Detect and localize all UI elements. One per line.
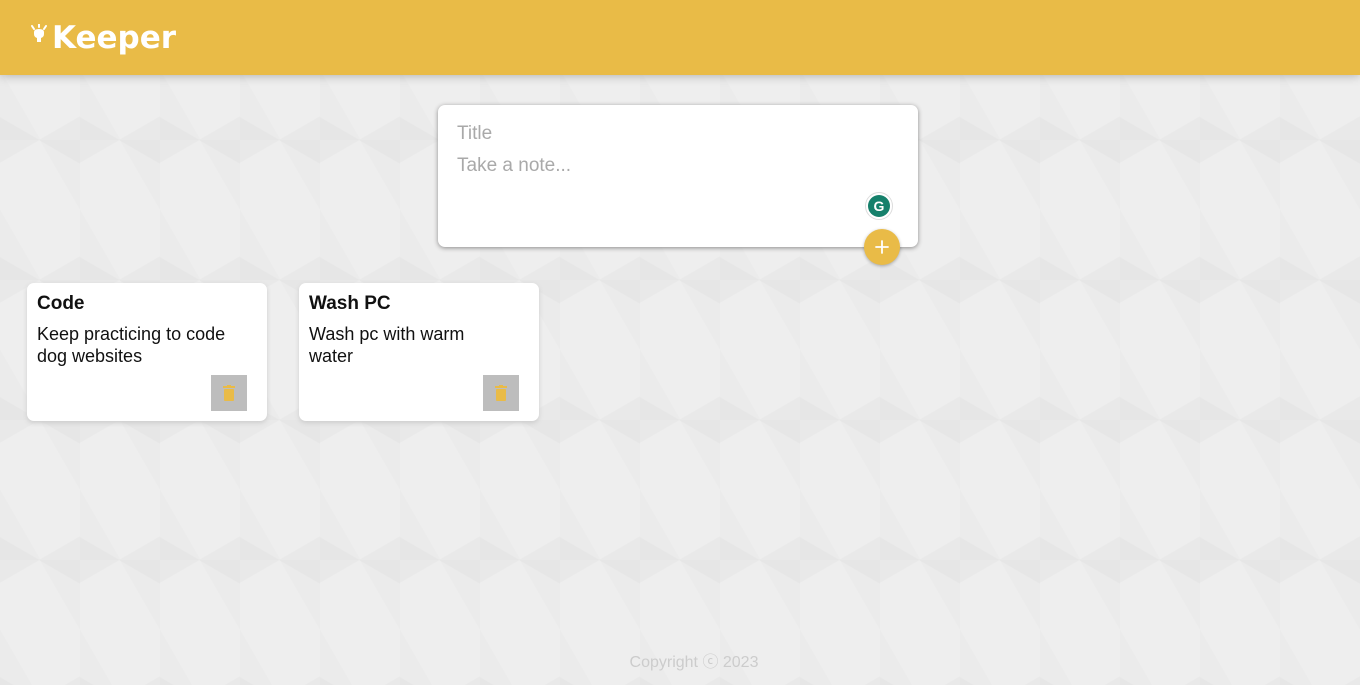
note-title: Code [37,293,85,314]
plus-icon [875,240,889,254]
note-content: Keep practicing to code dog websites [37,324,231,366]
copyright-text: Copyright ⓒ 2023 [629,654,759,671]
grammarly-badge: G [868,195,890,217]
create-note-form: G [438,105,918,265]
page-footer: Copyright ⓒ 2023 [0,648,1360,672]
app-logo: Keeper [30,20,176,56]
delete-note-button[interactable] [211,375,247,411]
note-title-input[interactable] [457,123,899,145]
note-content-input[interactable] [457,155,899,215]
grammarly-icon[interactable]: G [865,192,893,220]
note-card: Code Keep practicing to code dog website… [27,283,267,421]
lightbulb-icon [31,23,47,42]
add-note-button[interactable] [864,229,900,265]
delete-note-button[interactable] [483,375,519,411]
app-title: Keeper [52,19,177,56]
note-content: Wash pc with warm water [309,324,470,366]
note-title: Wash PC [309,293,391,314]
note-card: Wash PC Wash pc with warm water [299,283,539,421]
trash-icon [223,385,235,401]
app-header: Keeper [0,0,1360,75]
trash-icon [495,385,507,401]
